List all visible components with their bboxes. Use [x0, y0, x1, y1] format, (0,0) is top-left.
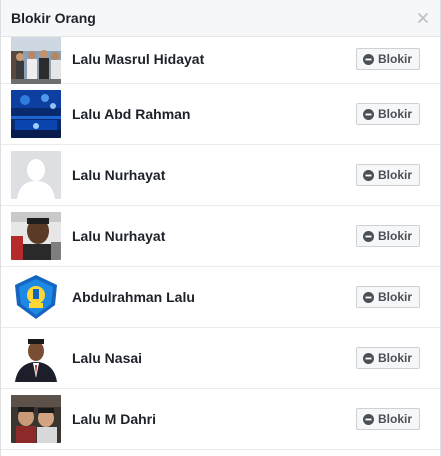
person-name[interactable]: Lalu Masrul Hidayat — [72, 51, 204, 67]
block-button-label: Blokir — [377, 351, 412, 365]
block-button-label: Blokir — [377, 107, 412, 121]
minus-circle-icon — [362, 108, 374, 120]
block-button[interactable]: Blokir — [355, 347, 420, 369]
list-item: Lalu Nurhayat Blokir — [1, 206, 440, 267]
block-button[interactable]: Blokir — [355, 48, 420, 70]
minus-circle-icon — [362, 169, 374, 181]
people-list: Lalu Masrul Hidayat Blokir Lalu Abd Rahm… — [1, 37, 440, 450]
minus-circle-icon — [362, 230, 374, 242]
block-people-dialog: Blokir Orang Lalu Masrul Hidayat Blokir … — [0, 0, 441, 456]
avatar[interactable] — [11, 334, 61, 382]
block-button[interactable]: Blokir — [355, 408, 420, 430]
block-button-label: Blokir — [377, 229, 412, 243]
dialog-header: Blokir Orang — [1, 0, 440, 37]
avatar[interactable] — [11, 212, 61, 260]
block-button[interactable]: Blokir — [355, 286, 420, 308]
block-button[interactable]: Blokir — [355, 103, 420, 125]
list-item: Lalu Nasai Blokir — [1, 328, 440, 389]
list-item: Lalu Abd Rahman Blokir — [1, 84, 440, 145]
person-name[interactable]: Lalu Nasai — [72, 350, 142, 366]
close-icon — [418, 13, 428, 23]
block-button-label: Blokir — [377, 290, 412, 304]
person-name[interactable]: Lalu Abd Rahman — [72, 106, 191, 122]
person-name[interactable]: Lalu Nurhayat — [72, 167, 165, 183]
list-item: Lalu Masrul Hidayat Blokir — [1, 37, 440, 84]
dialog-title: Blokir Orang — [11, 10, 96, 26]
avatar[interactable] — [11, 90, 61, 138]
person-name[interactable]: Lalu Nurhayat — [72, 228, 165, 244]
person-name[interactable]: Lalu M Dahri — [72, 411, 156, 427]
minus-circle-icon — [362, 413, 374, 425]
person-name[interactable]: Abdulrahman Lalu — [72, 289, 195, 305]
list-item: Lalu Nurhayat Blokir — [1, 145, 440, 206]
avatar[interactable] — [11, 151, 61, 199]
block-button[interactable]: Blokir — [355, 225, 420, 247]
block-button-label: Blokir — [377, 52, 412, 66]
minus-circle-icon — [362, 352, 374, 364]
list-item: Lalu M Dahri Blokir — [1, 389, 440, 450]
list-item: Abdulrahman Lalu Blokir — [1, 267, 440, 328]
minus-circle-icon — [362, 53, 374, 65]
avatar[interactable] — [11, 273, 61, 321]
close-button[interactable] — [414, 9, 432, 27]
avatar[interactable] — [11, 37, 61, 84]
block-button-label: Blokir — [377, 168, 412, 182]
minus-circle-icon — [362, 291, 374, 303]
avatar[interactable] — [11, 395, 61, 443]
block-button[interactable]: Blokir — [355, 164, 420, 186]
block-button-label: Blokir — [377, 412, 412, 426]
